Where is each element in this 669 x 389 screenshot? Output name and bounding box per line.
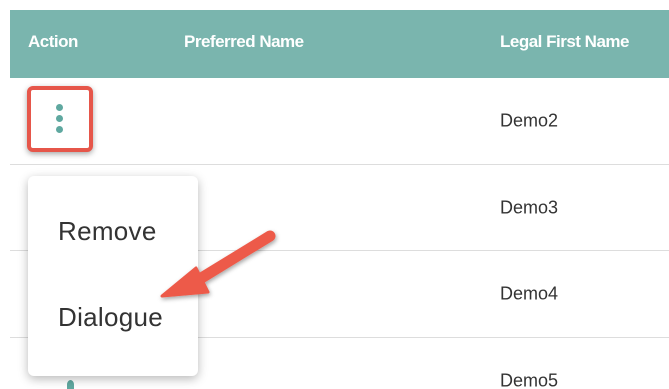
cell-legal-first-name: Demo2 [500, 110, 559, 131]
action-menu: Remove Dialogue [28, 176, 198, 376]
screen: Action Preferred Name Legal First Name D… [0, 0, 669, 389]
menu-item-dialogue[interactable]: Dialogue [58, 302, 163, 333]
column-header-legal-first-name[interactable]: Legal First Name [500, 32, 630, 52]
cell-legal-first-name: Demo4 [500, 283, 559, 304]
kebab-vertical-icon[interactable] [67, 380, 74, 389]
cell-legal-first-name: Demo3 [500, 197, 559, 217]
column-header-action[interactable]: Action [28, 32, 78, 52]
row-action-button[interactable] [27, 86, 93, 152]
kebab-vertical-icon [55, 102, 65, 136]
menu-item-remove[interactable]: Remove [58, 216, 157, 247]
column-header-preferred-name[interactable]: Preferred Name [184, 32, 304, 52]
table-header: Action Preferred Name Legal First Name [10, 10, 669, 78]
cell-legal-first-name: Demo5 [500, 370, 559, 389]
table-row[interactable]: Demo2 [10, 78, 669, 165]
